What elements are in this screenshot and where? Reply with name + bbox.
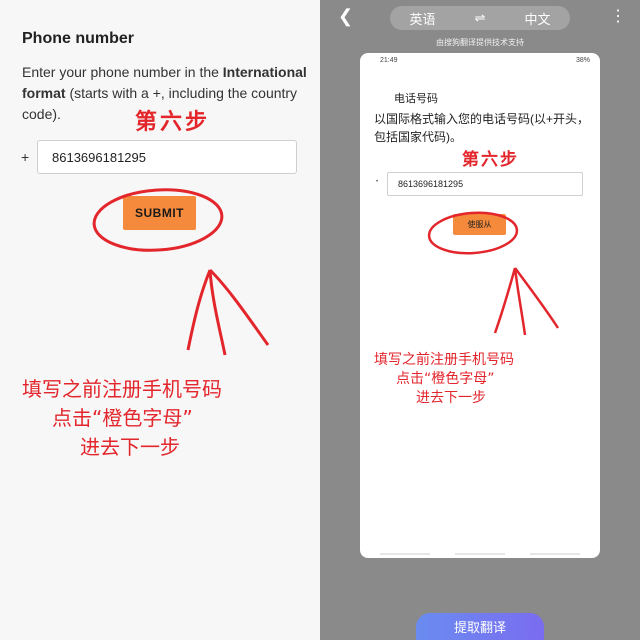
translator-topbar: ❮ 英语 ⇌ 中文 ⋮ [320, 0, 640, 36]
left-panel: Phone number Enter your phone number in … [0, 0, 320, 640]
translated-screenshot-card: 21:49 38% 电话号码 以国际格式输入您的电话号码(以+开头，包括国家代码… [360, 53, 600, 558]
extract-translate-button[interactable]: 提取翻译 [416, 613, 544, 640]
more-dots-icon[interactable]: ⋮ [610, 6, 626, 26]
right-panel: ❮ 英语 ⇌ 中文 ⋮ 由搜狗翻译提供技术支持 21:49 38% 电话号码 以… [320, 0, 640, 640]
back-arrow-icon[interactable]: ❮ [338, 6, 353, 27]
language-switcher[interactable]: 英语 ⇌ 中文 [390, 6, 570, 30]
nav-divider-lines [380, 553, 580, 555]
red-annotation-drawing [92, 188, 270, 356]
card-red-annotation-drawing [427, 211, 560, 336]
swap-icon[interactable]: ⇌ [475, 10, 486, 26]
source-language[interactable]: 英语 [410, 9, 436, 28]
target-language[interactable]: 中文 [524, 9, 550, 28]
powered-by-text: 由搜狗翻译提供技术支持 [436, 38, 524, 47]
